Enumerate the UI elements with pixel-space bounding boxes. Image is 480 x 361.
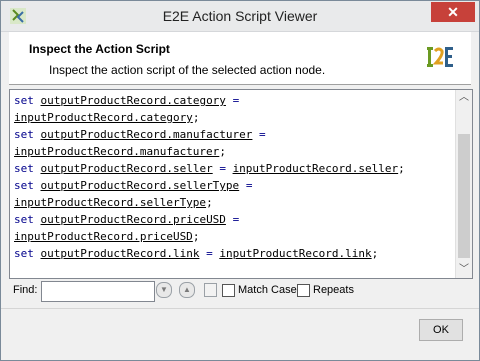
code-identifier: inputProductRecord.manufacturer (14, 145, 220, 158)
code-line: set outputProductRecord.category = (14, 92, 454, 109)
code-line: set outputProductRecord.priceUSD = (14, 211, 454, 228)
find-up-icon[interactable]: ▲ (179, 282, 195, 298)
code-keyword: set (14, 179, 34, 192)
close-button[interactable]: ✕ (431, 2, 475, 22)
code-punctuation: ; (371, 247, 379, 260)
e2e-logo (427, 47, 453, 67)
footer-separator (1, 308, 479, 309)
code-punctuation: ; (398, 162, 405, 175)
code-identifier: outputProductRecord.link (40, 247, 200, 260)
scroll-thumb[interactable] (458, 134, 470, 258)
code-identifier: outputProductRecord.sellerType (40, 179, 240, 192)
code-punctuation: ; (192, 111, 200, 124)
header-title: Inspect the Action Script (29, 42, 170, 56)
code-keyword: set (14, 94, 34, 107)
title-bar[interactable]: E2E Action Script Viewer ✕ (1, 1, 479, 32)
vertical-scrollbar[interactable]: ︿ ﹀ (455, 90, 472, 278)
find-list-icon[interactable] (204, 283, 217, 297)
code-line: set outputProductRecord.manufacturer = (14, 126, 454, 143)
code-identifier: outputProductRecord.category (40, 94, 226, 107)
code-identifier: outputProductRecord.seller (40, 162, 213, 175)
code-operator: = (245, 179, 253, 192)
dialog-header: Inspect the Action Script Inspect the ac… (9, 32, 471, 85)
close-icon: ✕ (447, 4, 459, 20)
code-line: set outputProductRecord.seller = inputPr… (14, 160, 454, 177)
script-editor[interactable]: set outputProductRecord.category = inputP… (9, 89, 473, 279)
code-punctuation: ; (219, 145, 226, 158)
code-operator: = (219, 162, 226, 175)
repeats-checkbox[interactable] (297, 284, 310, 297)
code-keyword: set (14, 162, 34, 175)
code-keyword: set (14, 128, 34, 141)
code-operator: = (232, 94, 240, 107)
find-bar: Find: ▼ ▲ Match Case Repeats (9, 281, 471, 302)
find-input[interactable] (41, 281, 155, 302)
window-title: E2E Action Script Viewer (162, 8, 318, 24)
code-punctuation: ; (192, 230, 200, 243)
code-punctuation: ; (206, 196, 213, 209)
code-operator: = (259, 128, 266, 141)
code-operator: = (206, 247, 213, 260)
code-identifier: inputProductRecord.category (14, 111, 193, 124)
code-line: set outputProductRecord.link = inputProd… (14, 245, 454, 262)
code-keyword: set (14, 213, 34, 226)
code-identifier: inputProductRecord.seller (232, 162, 399, 175)
match-case-checkbox[interactable] (222, 284, 235, 297)
find-down-icon[interactable]: ▼ (156, 282, 172, 298)
ok-button[interactable]: OK (419, 319, 463, 341)
code-line: inputProductRecord.sellerType; (14, 194, 454, 211)
code-line: inputProductRecord.priceUSD; (14, 228, 454, 245)
code-operator: = (232, 213, 240, 226)
code-identifier: outputProductRecord.manufacturer (40, 128, 253, 141)
repeats-label: Repeats (313, 284, 354, 296)
code-keyword: set (14, 247, 34, 260)
scroll-down-icon[interactable]: ﹀ (456, 262, 472, 278)
code-identifier: inputProductRecord.sellerType (14, 196, 207, 209)
code-identifier: inputProductRecord.priceUSD (14, 230, 193, 243)
header-description: Inspect the action script of the selecte… (49, 63, 326, 77)
script-code: set outputProductRecord.category = inputP… (14, 92, 454, 262)
code-line: inputProductRecord.category; (14, 109, 454, 126)
code-line: set outputProductRecord.sellerType = (14, 177, 454, 194)
code-identifier: outputProductRecord.priceUSD (40, 213, 226, 226)
code-identifier: inputProductRecord.link (219, 247, 372, 260)
find-label: Find: (13, 284, 38, 296)
scroll-up-icon[interactable]: ︿ (456, 90, 472, 106)
code-line: inputProductRecord.manufacturer; (14, 143, 454, 160)
dialog-window: E2E Action Script Viewer ✕ Inspect the A… (0, 0, 480, 361)
match-case-label: Match Case (238, 284, 297, 296)
